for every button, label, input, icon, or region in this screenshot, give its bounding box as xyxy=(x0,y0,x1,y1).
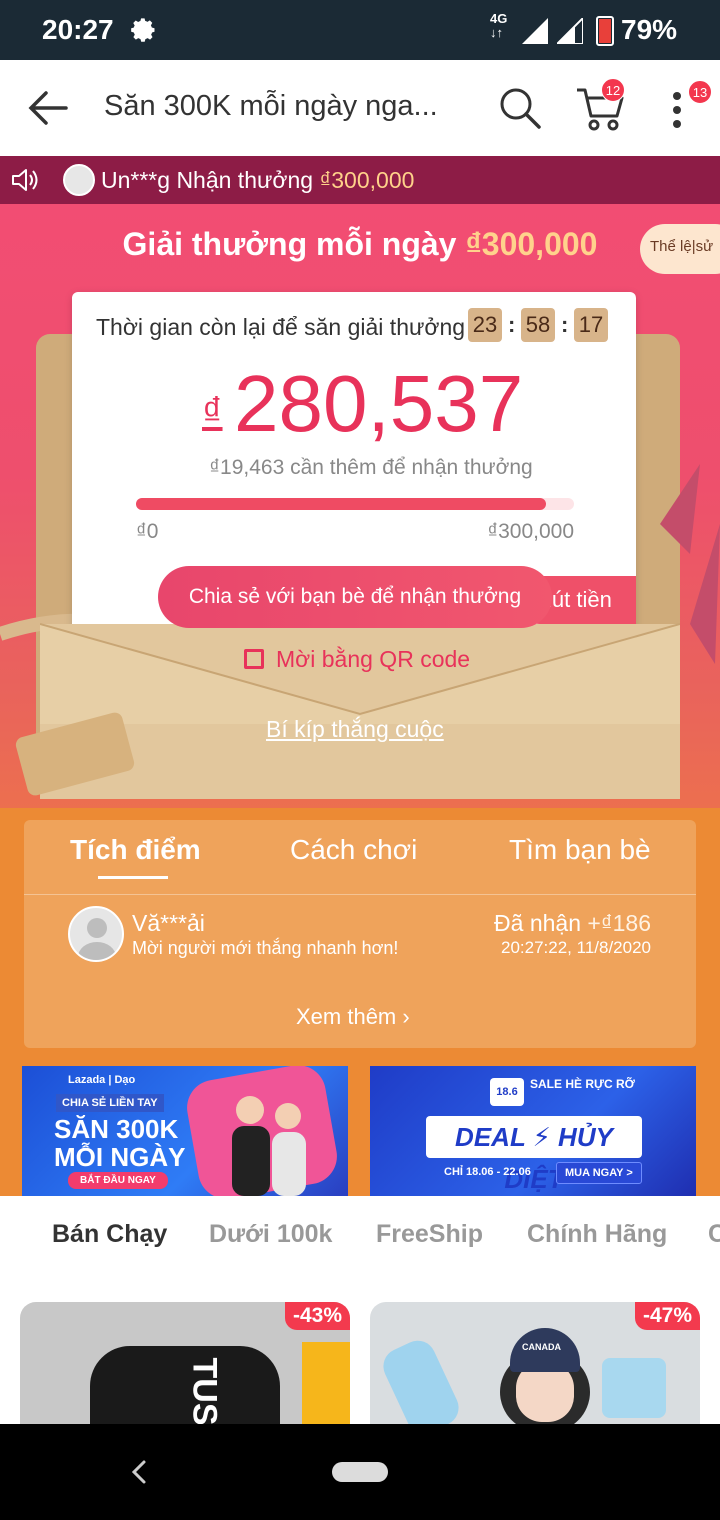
system-nav-bar xyxy=(0,1424,720,1520)
chevron-right-icon: › xyxy=(402,1004,410,1029)
people-illustration xyxy=(232,1096,306,1196)
battery-icon xyxy=(596,16,614,46)
qr-invite-link[interactable]: Mời bằng QR code xyxy=(244,646,470,673)
banner-dates: CHỈ 18.06 - 22.06 xyxy=(444,1166,531,1178)
product-print: TUS xyxy=(185,1357,224,1425)
nav-back-icon[interactable] xyxy=(126,1458,150,1486)
discount-badge: -43% xyxy=(284,1302,350,1330)
speaker-icon[interactable] xyxy=(10,166,40,194)
back-arrow-icon[interactable] xyxy=(26,88,68,128)
tab-find-friends[interactable]: Tìm bạn bè xyxy=(509,834,651,866)
notification-badge: 13 xyxy=(688,80,712,104)
tab-authentic[interactable]: Chính Hãng xyxy=(527,1220,667,1249)
product-print: CANADA xyxy=(522,1342,561,1352)
banner-sale-text: SALE HÈ RỰC RỠ xyxy=(530,1077,635,1091)
banner-cta: BẮT ĐẦU NGAY xyxy=(68,1172,168,1189)
banner-brand: Lazada | Dạo xyxy=(68,1074,136,1086)
qr-code-icon xyxy=(244,649,264,669)
activity-timestamp: 20:27:22, 11/8/2020 xyxy=(501,938,651,957)
activity-panel: Tích điểm Cách chơi Tìm bạn bè Vă***ải M… xyxy=(24,820,696,1048)
share-button[interactable]: Chia sẻ với bạn bè để nhận thưởng xyxy=(158,566,552,628)
app-bar: Săn 300K mỗi ngày nga... 12 13 xyxy=(0,60,720,156)
gear-icon xyxy=(131,18,155,42)
product-card[interactable]: CANADA -47% xyxy=(370,1302,700,1424)
page-title: Săn 300K mỗi ngày nga... xyxy=(104,90,438,122)
banner-pill: CHIA SẺ LIỀN TAY xyxy=(56,1094,164,1112)
signal-icon xyxy=(522,18,548,44)
status-time: 20:27 xyxy=(42,14,114,45)
reward-balance: 280,537 xyxy=(234,359,524,448)
promo-banner-300k[interactable]: Lazada | Dạo CHIA SẺ LIỀN TAY SĂN 300K M… xyxy=(22,1066,348,1196)
status-bar: 20:27 4G ↓↑ 79% xyxy=(0,0,720,60)
banner-headline: SĂN 300K xyxy=(54,1114,179,1144)
promo-banner-deal[interactable]: 18.6 SALE HÈ RỰC RỠ DEAL ⚡ HỦY DIỆT CHỈ … xyxy=(370,1066,696,1196)
tab-points[interactable]: Tích điểm xyxy=(70,834,201,866)
tab-best-sellers[interactable]: Bán Chạy xyxy=(52,1220,167,1249)
product-image-pouch xyxy=(602,1358,666,1418)
battery-percent: 79% xyxy=(621,14,678,45)
rules-button[interactable]: Thể lệ|sử xyxy=(640,224,720,274)
timer-label: Thời gian còn lại để săn giải thưởng xyxy=(96,314,466,340)
reward-progress-bar xyxy=(136,498,574,510)
banner-cta: MUA NGAY > xyxy=(556,1162,642,1184)
progress-min-label: ₫0 xyxy=(136,520,159,543)
tab-more[interactable]: C xyxy=(708,1220,720,1249)
timer-separator: : xyxy=(561,312,569,337)
received-amount: Đã nhận +₫186 xyxy=(494,910,651,936)
active-tab-indicator xyxy=(98,876,168,879)
signal-icon xyxy=(557,18,583,44)
tab-how-to-play[interactable]: Cách chơi xyxy=(290,834,417,866)
timer-seconds: 17 xyxy=(574,308,608,342)
tab-under-100k[interactable]: Dưới 100k xyxy=(209,1220,332,1249)
tips-link[interactable]: Bí kíp thắng cuộc xyxy=(266,716,444,743)
product-card[interactable]: TUS -43% xyxy=(20,1302,350,1424)
timer-separator: : xyxy=(508,312,516,337)
activity-message: Mời người mới thắng nhanh hơn! xyxy=(132,938,399,958)
banner-headline: DEAL ⚡ HỦY DIỆT xyxy=(426,1116,642,1194)
see-more-link[interactable]: Xem thêm › xyxy=(296,1004,410,1030)
remaining-amount-text: ₫19,463 cần thêm để nhận thưởng xyxy=(209,456,533,479)
marquee-text: Un***g Nhận thưởng ₫300,000 xyxy=(101,167,415,193)
reward-heading: Giải thưởng mỗi ngày ₫300,000 xyxy=(122,226,598,262)
activity-user-name: Vă***ải xyxy=(132,910,205,936)
product-image-detail xyxy=(302,1342,350,1424)
tab-freeship[interactable]: FreeShip xyxy=(376,1220,483,1249)
banner-headline: MỖI NGÀY xyxy=(54,1142,186,1172)
discount-badge: -47% xyxy=(634,1302,700,1330)
currency-symbol: ₫ xyxy=(202,390,223,434)
product-image-bottle xyxy=(377,1334,465,1424)
category-tabs: Bán Chạy Dưới 100k FreeShip Chính Hãng C xyxy=(0,1196,720,1296)
network-type: 4G ↓↑ xyxy=(490,11,508,40)
avatar xyxy=(63,164,95,196)
divider xyxy=(24,894,696,895)
nav-home-pill[interactable] xyxy=(332,1462,388,1482)
progress-fill xyxy=(136,498,546,510)
timer-hours: 23 xyxy=(468,308,502,342)
timer-minutes: 58 xyxy=(521,308,555,342)
progress-max-label: ₫300,000 xyxy=(487,520,574,543)
cart-count-badge: 12 xyxy=(601,78,625,102)
banner-date-badge: 18.6 xyxy=(490,1078,524,1106)
avatar xyxy=(68,906,124,962)
winner-marquee: Un***g Nhận thưởng ₫300,000 xyxy=(0,156,720,204)
activity-section: Tích điểm Cách chơi Tìm bạn bè Vă***ải M… xyxy=(0,808,720,1196)
search-icon[interactable] xyxy=(498,86,542,130)
